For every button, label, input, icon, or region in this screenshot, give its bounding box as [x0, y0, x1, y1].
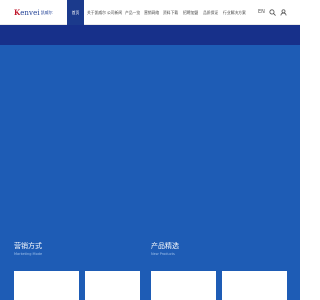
- nav-item-marketing[interactable]: 营销网络: [144, 10, 159, 15]
- marketing-section-title: 营销方式: [14, 242, 42, 250]
- search-icon[interactable]: [269, 9, 276, 16]
- nav-item-careers[interactable]: 招聘加盟: [183, 10, 198, 15]
- site-header: Kenvei 凯威尔 首页 关于凯威尔 公司新闻 产品一览 营销网络 资料下载 …: [0, 0, 300, 25]
- nav-item-solutions[interactable]: 行业解决方案: [223, 10, 246, 15]
- nav-item-home[interactable]: 首页: [67, 0, 84, 25]
- marketing-section-subtitle: Marketing Mode: [14, 252, 43, 256]
- product-card[interactable]: [222, 271, 287, 300]
- language-switch[interactable]: EN: [258, 9, 265, 16]
- logo-subtitle: 凯威尔: [40, 9, 53, 15]
- site-logo[interactable]: Kenvei 凯威尔: [14, 7, 53, 18]
- nav-item-downloads[interactable]: 资料下载: [163, 10, 178, 15]
- nav-item-products[interactable]: 产品一览: [125, 10, 140, 15]
- nav-item-news[interactable]: 公司新闻: [107, 10, 122, 15]
- nav-item-label: 首页: [71, 9, 80, 15]
- products-section-title: 产品精选: [151, 242, 179, 250]
- marketing-card[interactable]: [85, 271, 140, 300]
- products-section-subtitle: New Products: [151, 252, 175, 256]
- marketing-card[interactable]: [14, 271, 79, 300]
- page: Kenvei 凯威尔 首页 关于凯威尔 公司新闻 产品一览 营销网络 资料下载 …: [0, 0, 300, 300]
- user-icon[interactable]: [280, 9, 287, 16]
- main-content: [0, 45, 300, 300]
- logo-wordmark-rest: envei: [20, 9, 40, 17]
- hero-banner: [0, 25, 300, 45]
- nav-item-quality[interactable]: 品质保证: [203, 10, 218, 15]
- nav-item-about[interactable]: 关于凯威尔: [87, 10, 106, 15]
- logo-wordmark: Kenvei: [14, 8, 40, 17]
- product-card[interactable]: [151, 271, 216, 300]
